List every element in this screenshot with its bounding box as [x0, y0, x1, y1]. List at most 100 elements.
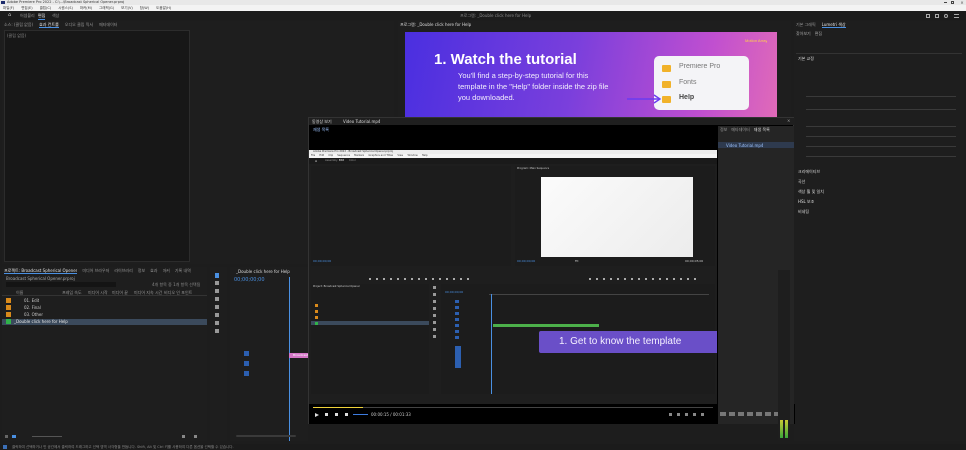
- inner-transport-icons: [369, 278, 469, 280]
- section-basic-correction[interactable]: 기본 교정: [798, 56, 814, 62]
- tab-history[interactable]: 기록 내역: [175, 267, 191, 274]
- project-file-name: Broadcast Spherical Opener.prproj: [6, 276, 75, 281]
- workspace-tab-edit[interactable]: 편집: [38, 13, 46, 20]
- play-icon[interactable]: [315, 413, 319, 417]
- stop-icon[interactable]: [325, 413, 328, 416]
- next-icon[interactable]: [345, 413, 348, 416]
- project-item-row[interactable]: 03. Other: [2, 312, 207, 318]
- prev-icon[interactable]: [335, 413, 338, 416]
- project-item-row[interactable]: 01. Edit: [2, 298, 207, 304]
- playhead[interactable]: [289, 277, 290, 441]
- maximize-button[interactable]: [951, 1, 954, 4]
- timeline-tab[interactable]: _Double click here for Help: [236, 269, 290, 274]
- col-media-end[interactable]: 미디어 끝: [112, 290, 128, 296]
- sidebar-tab-playlist[interactable]: 재생 목록: [754, 126, 770, 133]
- project-item-name: _Double click here for Help: [14, 319, 68, 324]
- playlist-item-title: Video Tutorial.mp4: [726, 143, 764, 148]
- inner-tools: [431, 284, 439, 344]
- panel-menu-icon[interactable]: [954, 14, 959, 18]
- playlist-item[interactable]: Video Tutorial.mp4: [718, 142, 794, 148]
- zoom-slider[interactable]: [32, 436, 62, 437]
- sequence-icon: [6, 319, 11, 324]
- project-tab-bar: 프로젝트: Broadcast Spherical Opener 미디어 브라우…: [2, 267, 207, 274]
- no-clip-label: (클립 없음): [7, 33, 27, 38]
- share-icon[interactable]: [926, 14, 930, 18]
- tab-media-browser[interactable]: 미디어 브라우저: [82, 267, 109, 274]
- ripple-edit-tool-icon[interactable]: [215, 289, 219, 293]
- inner-ruler: [489, 294, 709, 295]
- inner-program-monitor: Program: Main Sequence 00;00;00;00 Fit 0…: [515, 166, 715, 266]
- tab-markers[interactable]: 마커: [163, 267, 170, 274]
- col-frame-rate[interactable]: 프레임 속도: [62, 290, 82, 296]
- volume-slider[interactable]: [353, 414, 368, 415]
- tab-effects[interactable]: 효과: [150, 267, 157, 274]
- settings-icon[interactable]: [944, 14, 948, 18]
- project-column-headers: 이름 프레임 속도 미디어 시작 미디어 끝 미디어 지속 시간 비디오 인 포…: [2, 290, 207, 296]
- hand-tool-icon[interactable]: [215, 321, 219, 325]
- tab-audio-clip-mixer[interactable]: 오디오 클립 믹서: [65, 21, 93, 28]
- workspace-tab-assembly[interactable]: 어셈블리: [20, 13, 35, 19]
- timeline-scrollbar[interactable]: [236, 435, 296, 437]
- type-tool-icon[interactable]: [215, 329, 219, 333]
- selection-tool-icon[interactable]: [215, 273, 219, 278]
- pen-tool-icon[interactable]: [215, 313, 219, 317]
- timeline-timecode[interactable]: 00;00;00;00: [234, 277, 265, 283]
- sidebar-tab-info[interactable]: 정보: [720, 126, 727, 133]
- tab-info[interactable]: 정보: [138, 267, 145, 274]
- lock-icon[interactable]: [5, 435, 8, 438]
- tab-source[interactable]: 소스: (클립 없음): [4, 21, 33, 28]
- section-creative[interactable]: 크리에이티브: [798, 169, 820, 175]
- folder-icon: [6, 312, 11, 317]
- track-select-tool-icon[interactable]: [215, 281, 219, 285]
- col-media-duration[interactable]: 미디어 지속 시간: [134, 290, 162, 296]
- col-video-in[interactable]: 비디오 인 포인트: [164, 290, 192, 296]
- inner-home-icon: ⌂: [315, 159, 318, 163]
- right-tab-bar: 기본 그래픽 Lumetri 색상: [794, 21, 964, 28]
- slip-tool-icon[interactable]: [215, 305, 219, 309]
- new-item-icon[interactable]: [182, 435, 185, 438]
- fullscreen-icon[interactable]: [935, 14, 939, 18]
- sidebar-tab-metadata[interactable]: 메타데이터: [731, 126, 749, 133]
- section-vignette[interactable]: 비네팅: [798, 209, 809, 215]
- list-view-icon[interactable]: [12, 435, 16, 438]
- playlist-controls[interactable]: [720, 412, 780, 416]
- tab-libraries[interactable]: 라이브러리: [114, 267, 132, 274]
- minimize-button[interactable]: [944, 2, 947, 3]
- col-name[interactable]: 이름: [16, 290, 23, 296]
- col-media-start[interactable]: 미디어 시작: [88, 290, 108, 296]
- slider-track: [806, 146, 956, 147]
- video-frame[interactable]: Adobe Premiere Pro 2022 - Broadcast Sphe…: [309, 150, 717, 412]
- tab-lumetri[interactable]: Lumetri 색상: [821, 21, 846, 28]
- razor-tool-icon[interactable]: [215, 297, 219, 301]
- subtab-browse[interactable]: 찾아보기: [796, 31, 811, 37]
- project-item-row[interactable]: 02. Final: [2, 305, 207, 311]
- home-icon[interactable]: ⌂: [8, 13, 11, 18]
- section-hsl[interactable]: HSL 보조: [798, 199, 814, 205]
- tab-metadata[interactable]: 메타데이터: [99, 21, 117, 28]
- tab-essential-graphics[interactable]: 기본 그래픽: [796, 21, 816, 28]
- player-control-icons[interactable]: [669, 413, 709, 416]
- section-curves[interactable]: 곡선: [798, 179, 805, 185]
- inner-program-tc: 00;00;00;00: [517, 259, 536, 263]
- program-tab[interactable]: 프로그램: _Double click here for Help: [400, 22, 471, 28]
- section-color-wheels[interactable]: 색상 휠 및 일치: [798, 189, 824, 195]
- project-panel: 프로젝트: Broadcast Spherical Opener 미디어 브라우…: [2, 267, 207, 441]
- tutorial-body-line2: template in the "Help" folder inside the…: [458, 82, 609, 91]
- folder-fonts: Fonts: [662, 78, 742, 90]
- app-icon: [1, 1, 5, 4]
- player-close-icon[interactable]: ×: [787, 119, 791, 123]
- status-text: 클릭하여 선택하거나 빈 공간에서 클릭하여 드래그하고 선택 영역 사각형을 …: [12, 445, 234, 449]
- inner-source-monitor: 00;00;00;00: [311, 166, 511, 266]
- subtab-edit[interactable]: 편집: [815, 31, 822, 37]
- tab-project[interactable]: 프로젝트: Broadcast Spherical Opener: [4, 267, 78, 274]
- inner-track-headers: [455, 300, 459, 340]
- inner-source-tc: 00;00;00;00: [313, 259, 332, 263]
- player-tab[interactable]: 동영상 보기: [312, 119, 332, 125]
- player-progress[interactable]: [313, 407, 713, 408]
- tab-effect-controls[interactable]: 효과 컨트롤: [39, 21, 59, 28]
- project-search-input[interactable]: [6, 282, 116, 287]
- inner-transport: [369, 276, 709, 282]
- workspace-tab-color[interactable]: 색상: [52, 13, 59, 19]
- project-item-row-selected[interactable]: _Double click here for Help: [2, 319, 207, 325]
- trash-icon[interactable]: [194, 435, 197, 438]
